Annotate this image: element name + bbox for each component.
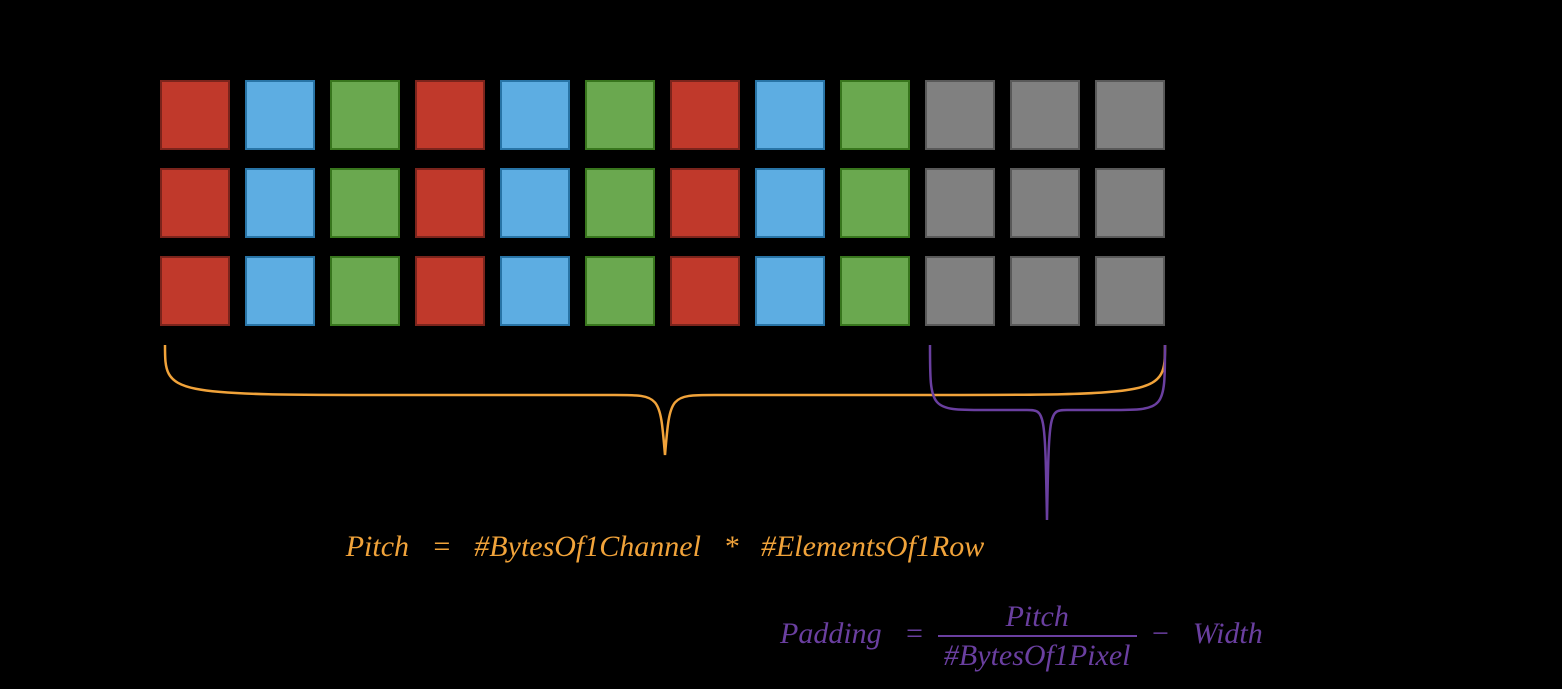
pitch-eq: = (432, 530, 452, 563)
channel-red (415, 168, 485, 238)
channel-blue (755, 256, 825, 326)
channel-green (840, 168, 910, 238)
pitch-rhs-a: #BytesOf1Channel (474, 530, 701, 563)
padding-cell (925, 256, 995, 326)
channel-green (330, 168, 400, 238)
padding-cell (1010, 168, 1080, 238)
channel-blue (500, 168, 570, 238)
padding-num: Pitch (1000, 600, 1075, 635)
channel-red (160, 80, 230, 150)
channel-blue (755, 80, 825, 150)
channel-red (415, 256, 485, 326)
padding-eq: = (904, 617, 924, 650)
pitch-lhs: Pitch (346, 530, 409, 563)
channel-blue (245, 168, 315, 238)
channel-blue (245, 80, 315, 150)
channel-green (330, 80, 400, 150)
channel-green (330, 256, 400, 326)
padding-cell (1095, 80, 1165, 150)
padding-den: #BytesOf1Pixel (938, 635, 1137, 672)
channel-red (670, 80, 740, 150)
pitch-formula: Pitch = #BytesOf1Channel * #ElementsOf1R… (160, 530, 1170, 564)
grid-row (160, 80, 1165, 150)
diagram-canvas: Pitch = #BytesOf1Channel * #ElementsOf1R… (0, 0, 1562, 689)
channel-blue (755, 168, 825, 238)
padding-cell (925, 168, 995, 238)
pitch-rhs-b: #ElementsOf1Row (761, 530, 984, 563)
channel-green (840, 256, 910, 326)
grid-row (160, 168, 1165, 238)
padding-brace (925, 340, 1170, 530)
padding-formula: Padding = Pitch #BytesOf1Pixel − Width (780, 600, 1263, 672)
channel-blue (245, 256, 315, 326)
pitch-op: * (723, 530, 738, 563)
padding-cell (925, 80, 995, 150)
channel-blue (500, 256, 570, 326)
channel-green (585, 168, 655, 238)
padding-cell (1095, 168, 1165, 238)
padding-minus: − (1150, 617, 1170, 650)
channel-red (670, 256, 740, 326)
padding-lhs: Padding (780, 617, 882, 650)
padding-cell (1095, 256, 1165, 326)
padding-cell (1010, 80, 1080, 150)
channel-red (415, 80, 485, 150)
padding-cell (1010, 256, 1080, 326)
channel-green (585, 80, 655, 150)
channel-blue (500, 80, 570, 150)
grid-row (160, 256, 1165, 326)
channel-green (840, 80, 910, 150)
channel-red (160, 168, 230, 238)
channel-green (585, 256, 655, 326)
padding-fraction: Pitch #BytesOf1Pixel (938, 600, 1137, 672)
channel-red (670, 168, 740, 238)
padding-tail: Width (1193, 617, 1263, 650)
channel-red (160, 256, 230, 326)
memory-grid (160, 80, 1165, 326)
